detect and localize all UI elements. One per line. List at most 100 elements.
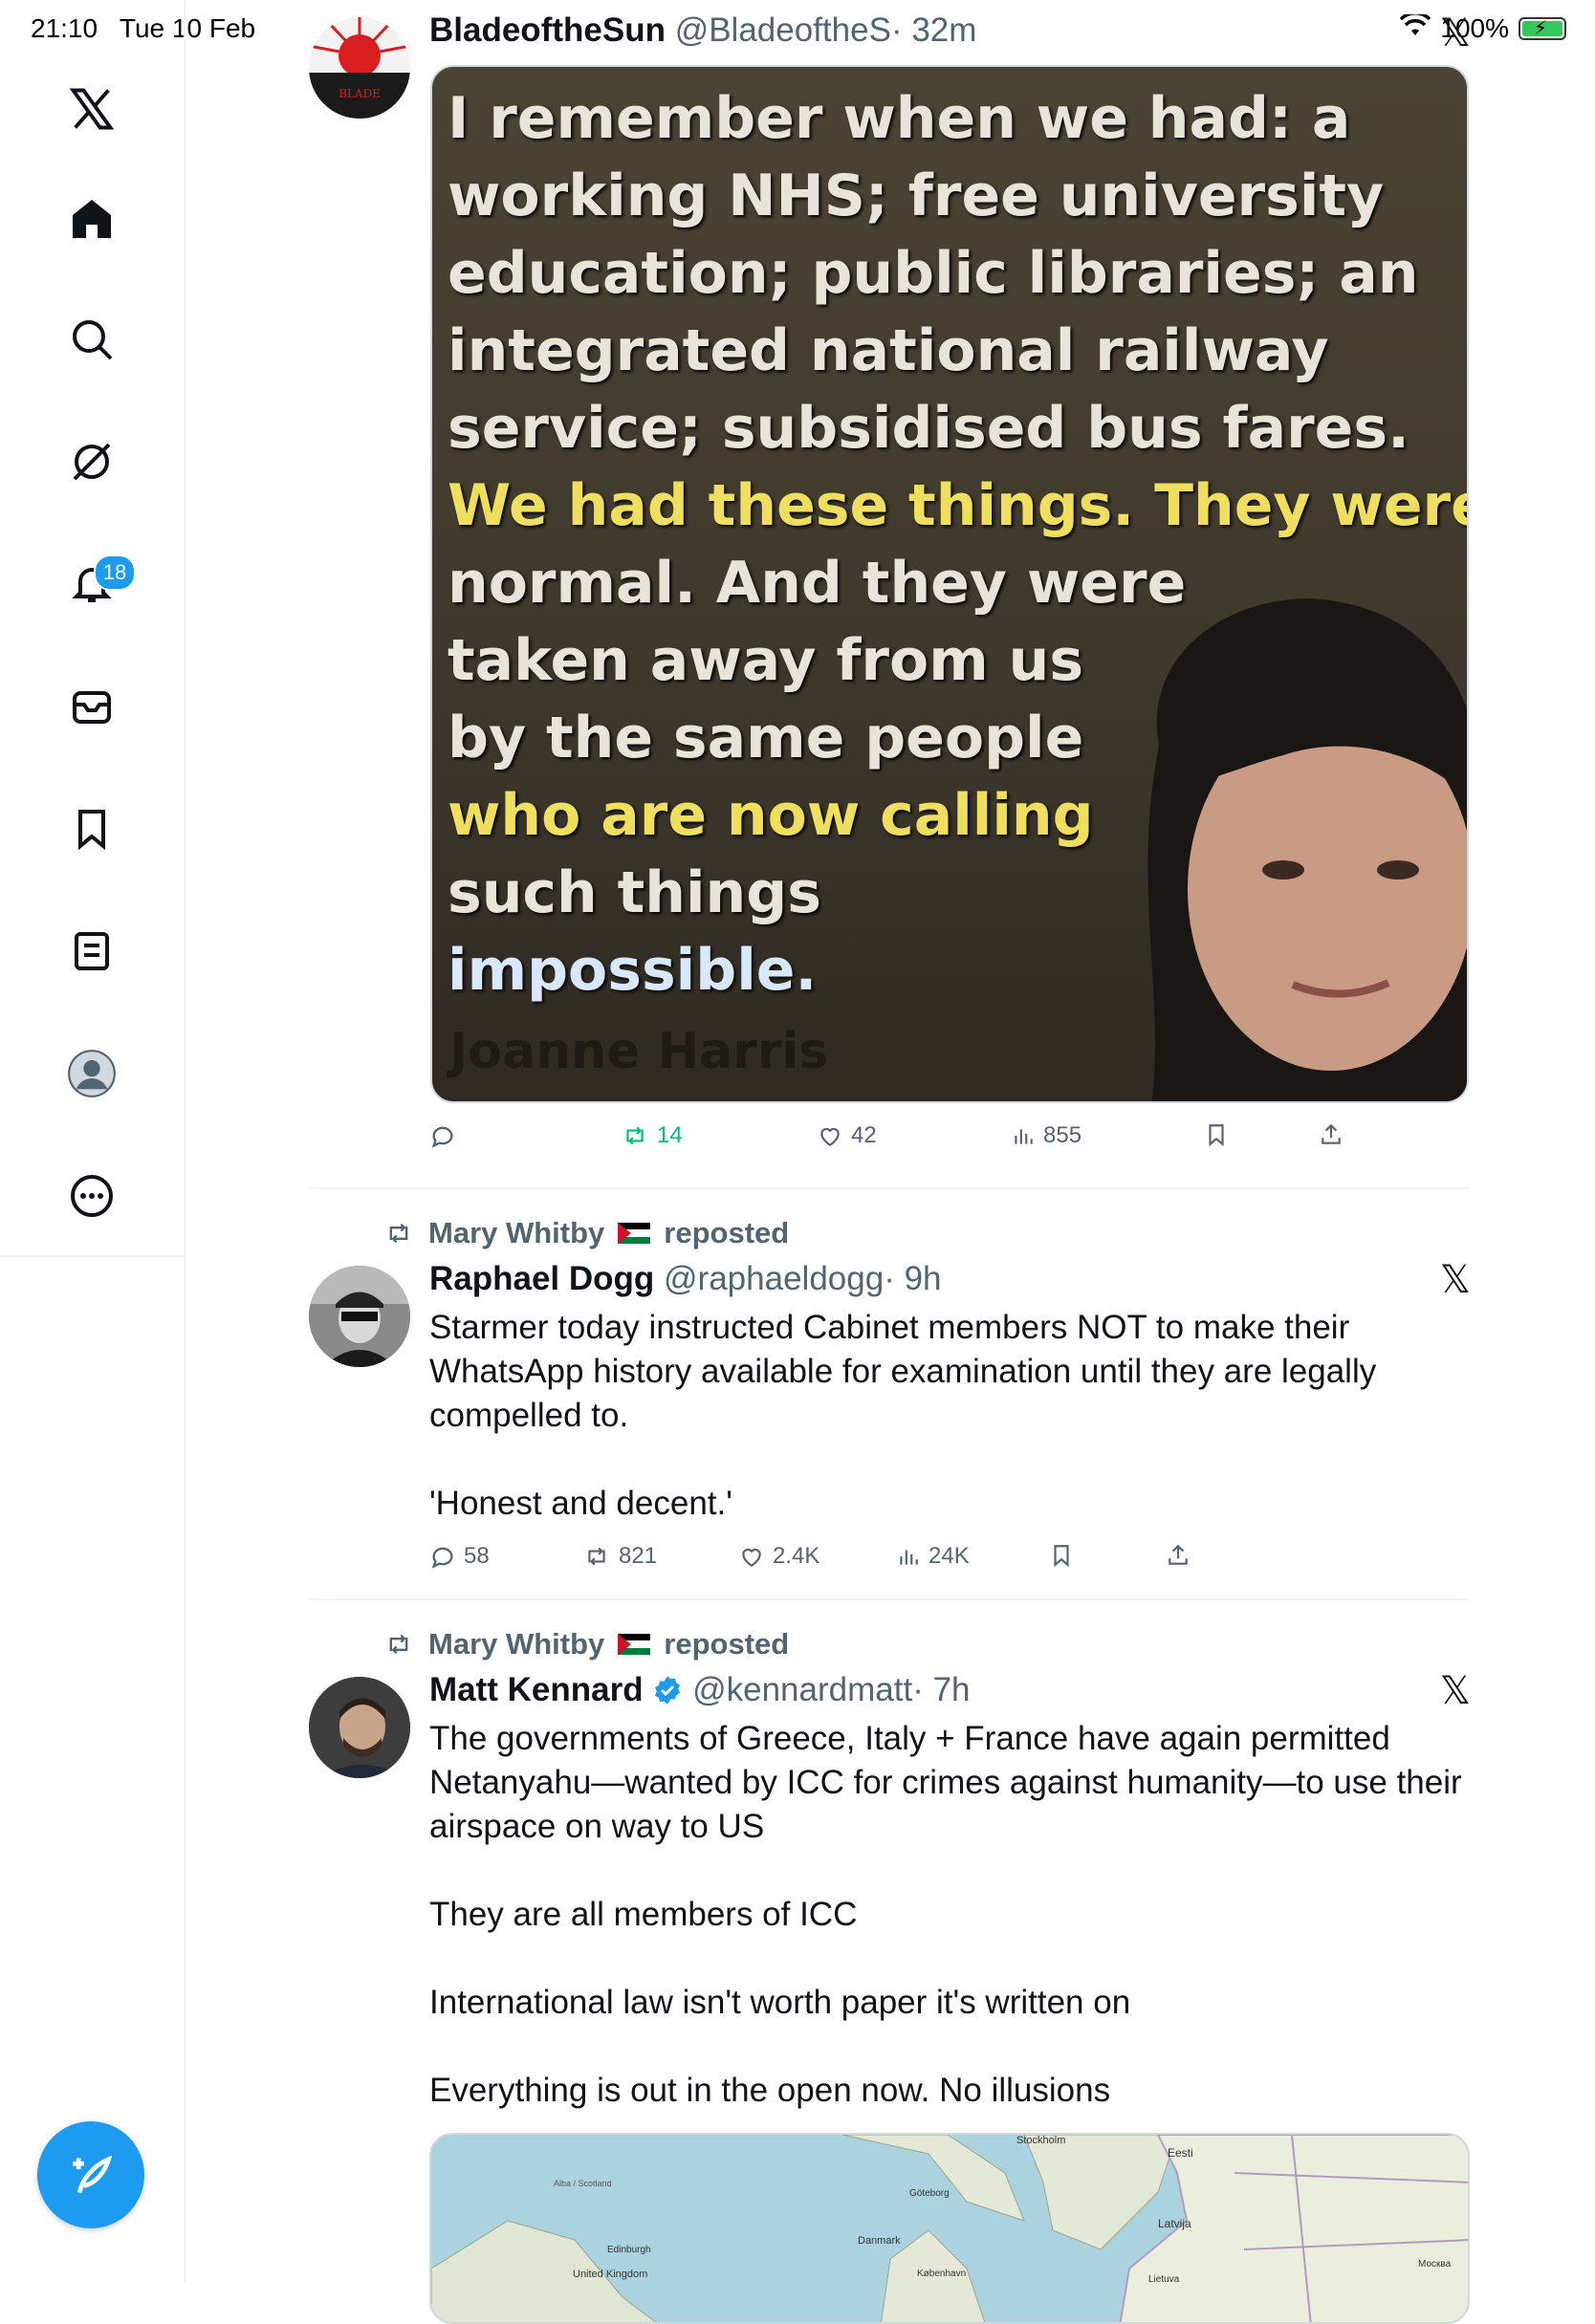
quote-line: who are now calling [448,782,1094,849]
tweet-header: Raphael Dogg @raphaeldogg· 9h [429,1260,942,1298]
map-label: Edinburgh [607,2245,651,2255]
repost-icon [389,1223,408,1244]
tweet-actions: 14 42 855 [429,1122,1472,1161]
repost-indicator[interactable]: Mary Whitby reposted [382,1216,789,1250]
map-label: Danmark [858,2235,901,2247]
tweet-header: BladeoftheSun @BladeoftheS· 32m [429,11,976,50]
share-button[interactable] [1166,1543,1191,1568]
tweet-divider [309,1187,1470,1189]
quote-line: such things [448,859,821,926]
views-count: 855 [1043,1122,1082,1148]
quote-line: working NHS; free university [448,163,1385,229]
bookmark-icon [1209,1124,1224,1147]
views-icon [900,1550,918,1565]
tweet-paragraph: The governments of Greece, Italy + Franc… [429,1720,1462,1845]
display-name[interactable]: Matt Kennard [429,1671,644,1708]
reposter-name: Mary Whitby [428,1627,605,1661]
bookmark-icon [1054,1545,1069,1568]
map-label: Latvija [1158,2217,1191,2230]
map-label: Москва [1418,2259,1452,2270]
tweet-time[interactable]: · 9h [884,1260,941,1297]
tweet-text: Starmer today instructed Cabinet members… [429,1306,1472,1526]
tweet-time[interactable]: · 7h [912,1671,970,1708]
user-handle[interactable]: @BladeoftheS [675,11,891,49]
repost-count: 821 [619,1543,658,1569]
quote-line: by the same people [448,705,1084,771]
like-count: 2.4K [773,1543,820,1569]
search-icon[interactable] [61,309,122,370]
repost-indicator[interactable]: Mary Whitby reposted [382,1627,789,1662]
like-count: 42 [851,1122,877,1148]
tweet-paragraph: They are all members of ICC [429,1896,858,1933]
tweet-image[interactable]: I remember when we had: a working NHS; f… [430,65,1469,1103]
repost-button[interactable]: 821 [582,1543,657,1570]
x-logo-icon[interactable] [61,78,122,140]
bookmarks-icon[interactable] [61,798,122,859]
tweet-actions: 58 821 2.4K 24K [429,1543,1472,1581]
repost-button[interactable]: 14 [621,1122,683,1149]
battery-icon: ⚡ [1519,17,1566,40]
notifications-badge: 18 [94,554,136,591]
map-label: Eesti [1168,2146,1193,2160]
tweet-paragraph: Everything is out in the open now. No il… [429,2072,1111,2109]
verified-badge-icon [655,1676,681,1705]
user-handle[interactable]: @raphaeldogg [664,1260,884,1297]
messages-icon[interactable] [61,676,122,737]
compose-button[interactable] [37,2121,144,2228]
sidebar: 18 [0,0,186,2283]
quote-line: impossible. [448,937,818,1004]
bookmark-button[interactable] [1049,1543,1074,1568]
reply-button[interactable] [429,1122,456,1149]
compose-feather-icon [73,2155,113,2194]
bookmark-button[interactable] [1204,1122,1229,1147]
repost-icon [626,1126,644,1145]
quote-line: education; public libraries; an [448,240,1419,307]
heart-icon [742,1548,761,1568]
display-name[interactable]: Raphael Dogg [429,1260,654,1297]
avatar-bladeofthesun[interactable]: BLADE [309,17,410,119]
palestine-flag-icon [618,1223,651,1244]
profile-avatar-icon[interactable] [61,1043,122,1104]
tweet-time[interactable]: · 32m [891,11,976,49]
heart-icon [820,1127,840,1147]
reply-button[interactable]: 58 [429,1543,490,1570]
display-name[interactable]: BladeoftheSun [429,11,666,49]
status-right: 100% ⚡ [1400,11,1566,44]
repost-icon [588,1547,605,1566]
views-button[interactable]: 855 [1011,1122,1082,1149]
reposter-name: Mary Whitby [428,1216,605,1249]
home-icon[interactable] [61,188,122,250]
like-button[interactable]: 42 [817,1122,877,1149]
x-logo-icon[interactable]: 𝕏 [1440,1258,1471,1302]
quote-line: service; subsidised bus fares. [448,395,1409,462]
map-label: København [917,2269,967,2279]
views-button[interactable]: 24K [896,1543,970,1570]
user-handle[interactable]: @kennardmatt [692,1671,912,1708]
share-button[interactable] [1319,1122,1344,1147]
reply-icon [431,1547,453,1569]
tweet-map-image[interactable]: Stockholm Eesti Latvija Danmark Københav… [429,2133,1470,2324]
map-label: Lietuva [1148,2274,1180,2285]
quote-author: Joanne Harris [449,1023,829,1080]
quote-line: normal. And they were [448,550,1187,617]
image-quote: I remember when we had: a working NHS; f… [448,80,1467,1010]
x-logo-icon[interactable]: 𝕏 [1440,1669,1471,1713]
tweet-paragraph: 'Honest and decent.' [429,1485,732,1522]
grok-icon[interactable] [61,431,122,492]
share-icon [1169,1544,1188,1565]
map-graphic [431,2135,1468,2322]
avatar-raphael-dogg[interactable] [309,1266,410,1367]
x-logo-icon[interactable]: 𝕏 [1440,11,1471,55]
lists-icon[interactable] [61,921,122,982]
views-count: 24K [929,1543,970,1569]
svg-text:BLADE: BLADE [339,87,381,100]
like-button[interactable]: 2.4K [738,1543,819,1570]
more-icon[interactable] [61,1165,122,1227]
reply-icon [431,1126,453,1148]
repost-count: 14 [657,1122,683,1148]
sidebar-divider [0,1255,184,1257]
tweet-text: The governments of Greece, Italy + Franc… [429,1717,1472,2113]
quote-line: I remember when we had: a [448,85,1351,152]
wifi-icon [1400,11,1431,44]
avatar-matt-kennard[interactable] [309,1677,410,1778]
